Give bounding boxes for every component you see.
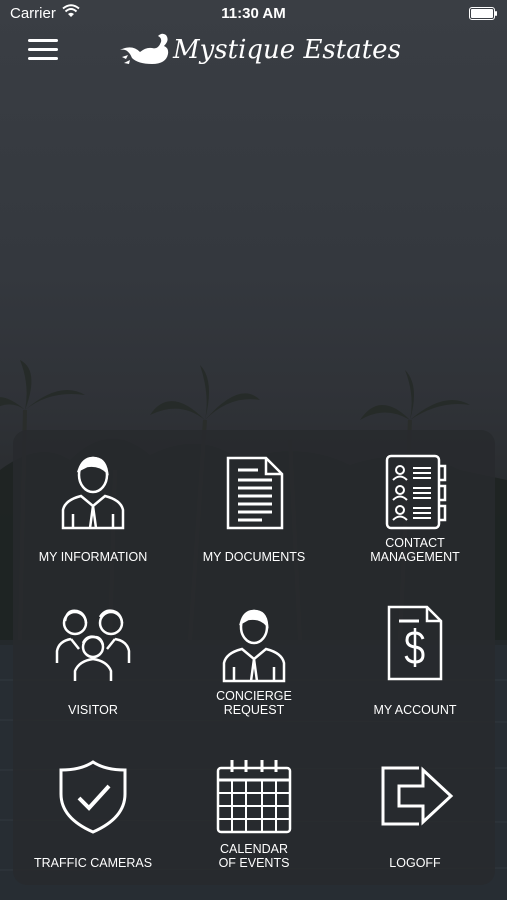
- menu-item-label: VISITOR: [68, 703, 118, 717]
- dollar-document-icon: [387, 605, 443, 681]
- clock-time: 11:30 AM: [221, 5, 286, 22]
- battery-icon: [469, 7, 497, 20]
- logout-arrow-icon: [381, 766, 454, 826]
- document-icon: [226, 456, 284, 530]
- menu-item-label: TRAFFIC CAMERAS: [33, 856, 153, 870]
- menu-item-my-account[interactable]: MY ACCOUNT: [335, 583, 495, 733]
- calendar-icon: [216, 760, 292, 834]
- menu-item-contact-management[interactable]: CONTACT MANAGEMENT: [335, 430, 495, 580]
- menu-item-calendar-of-events[interactable]: CALENDAR OF EVENTS: [174, 736, 334, 886]
- menu-item-label-line1: CONCIERGE: [216, 689, 292, 703]
- menu-item-concierge-request[interactable]: CONCIERGE REQUEST: [174, 583, 334, 733]
- menu-item-label-line2: OF EVENTS: [218, 856, 290, 870]
- menu-item-my-information[interactable]: MY INFORMATION: [13, 430, 173, 580]
- menu-item-logoff[interactable]: LOGOFF: [335, 736, 495, 886]
- menu-item-label: MY DOCUMENTS: [202, 550, 306, 564]
- family-icon: [55, 609, 131, 681]
- menu-item-label: MY ACCOUNT: [373, 703, 457, 717]
- swan-icon: [120, 33, 169, 64]
- menu-item-label: LOGOFF: [389, 856, 441, 870]
- menu-item-label-line1: CONTACT: [385, 536, 445, 550]
- menu-item-label-line1: CALENDAR: [219, 842, 289, 856]
- menu-item-label: MY INFORMATION: [38, 550, 148, 564]
- status-bar: Carrier 11:30 AM: [0, 0, 507, 28]
- person-icon: [61, 456, 125, 530]
- menu-panel: MY INFORMATION MY DOCUMENTS CONTACT MANA…: [13, 430, 495, 885]
- concierge-person-icon: [222, 609, 286, 683]
- contacts-book-icon: [385, 454, 447, 530]
- menu-item-label-line2: MANAGEMENT: [370, 550, 460, 564]
- app-logo: Mystique Estates: [118, 30, 401, 74]
- shield-check-icon: [59, 760, 127, 834]
- menu-item-my-documents[interactable]: MY DOCUMENTS: [174, 430, 334, 580]
- menu-item-label-line2: REQUEST: [223, 703, 285, 717]
- menu-item-traffic-cameras[interactable]: TRAFFIC CAMERAS: [13, 736, 173, 886]
- app-title: Mystique Estates: [173, 35, 401, 65]
- menu-item-visitor[interactable]: VISITOR: [13, 583, 173, 733]
- hamburger-menu-icon[interactable]: [28, 37, 60, 63]
